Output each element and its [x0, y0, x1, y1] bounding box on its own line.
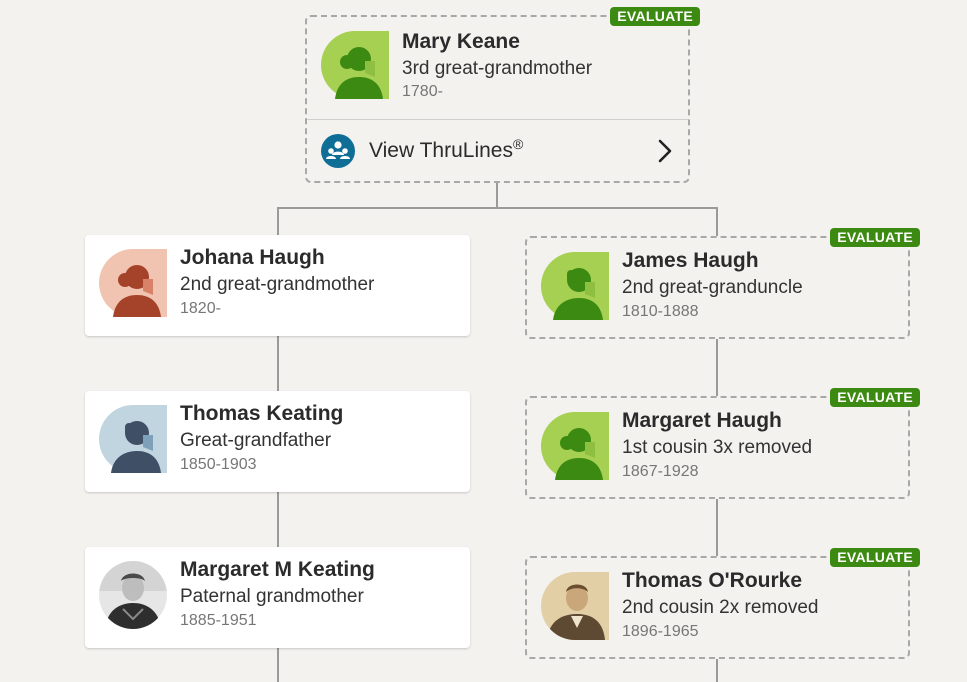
people-group-icon	[321, 134, 355, 168]
female-silhouette-icon	[541, 412, 609, 480]
person-relationship: 2nd great-granduncle	[622, 277, 803, 298]
evaluate-badge[interactable]: EVALUATE	[830, 548, 920, 567]
evaluate-badge[interactable]: EVALUATE	[830, 228, 920, 247]
person-relationship: Great-grandfather	[180, 430, 332, 451]
person-relationship: 3rd great-grandmother	[402, 58, 593, 79]
connector-line	[716, 658, 718, 682]
person-card[interactable]: EVALUATE James Haugh 2nd great-granduncl…	[525, 228, 920, 339]
person-card[interactable]: EVALUATE Margaret Haugh 1st cousin 3x re…	[525, 388, 920, 499]
person-relationship: 2nd cousin 2x removed	[622, 597, 819, 618]
evaluate-badge[interactable]: EVALUATE	[830, 388, 920, 407]
person-dates: 1810-1888	[622, 303, 699, 320]
connector-line	[277, 207, 718, 209]
chevron-right-icon[interactable]	[654, 138, 676, 164]
person-card[interactable]: Margaret M Keating Paternal grandmother …	[85, 547, 470, 648]
male-silhouette-icon	[541, 252, 609, 320]
person-name[interactable]: Margaret Haugh	[622, 409, 782, 433]
person-relationship: Paternal grandmother	[180, 586, 364, 607]
person-dates: 1896-1965	[622, 623, 699, 640]
female-silhouette-icon	[321, 31, 389, 99]
person-name[interactable]: Margaret M Keating	[180, 558, 375, 582]
thrulines-label[interactable]: View ThruLines®	[369, 136, 523, 163]
person-dates: 1850-1903	[180, 456, 257, 473]
person-dates: 1885-1951	[180, 612, 257, 629]
connector-line	[716, 338, 718, 396]
person-card[interactable]: Johana Haugh 2nd great-grandmother 1820-	[85, 235, 470, 336]
person-name[interactable]: Thomas O'Rourke	[622, 569, 802, 593]
connector-line	[716, 498, 718, 556]
person-name[interactable]: James Haugh	[622, 249, 759, 273]
male-silhouette-icon	[99, 405, 167, 473]
registered-mark: ®	[512, 136, 524, 152]
person-dates: 1780-	[402, 83, 443, 100]
view-thrulines-button[interactable]: View ThruLines®	[307, 119, 688, 182]
person-name[interactable]: Thomas Keating	[180, 402, 343, 426]
thrulines-text: View ThruLines	[369, 139, 513, 162]
connector-line	[496, 182, 498, 208]
person-dates: 1820-	[180, 300, 221, 317]
person-relationship: 1st cousin 3x removed	[622, 437, 813, 458]
connector-line	[277, 335, 279, 392]
photo-portrait	[99, 561, 167, 629]
female-silhouette-icon	[99, 249, 167, 317]
focus-person-card[interactable]: EVALUATE Mary Keane 3rd great-grandmothe…	[305, 7, 700, 183]
person-dates: 1867-1928	[622, 463, 699, 480]
connector-line	[277, 491, 279, 548]
connector-line	[716, 207, 718, 237]
person-name[interactable]: Mary Keane	[402, 30, 520, 54]
connector-line	[277, 647, 279, 682]
person-card[interactable]: EVALUATE Thomas O'Rourke 2nd cousin 2x r…	[525, 548, 920, 659]
person-card[interactable]: Thomas Keating Great-grandfather 1850-19…	[85, 391, 470, 492]
connector-line	[277, 207, 279, 236]
photo-portrait	[541, 572, 609, 640]
person-name[interactable]: Johana Haugh	[180, 246, 325, 270]
person-relationship: 2nd great-grandmother	[180, 274, 375, 295]
evaluate-badge[interactable]: EVALUATE	[610, 7, 700, 26]
